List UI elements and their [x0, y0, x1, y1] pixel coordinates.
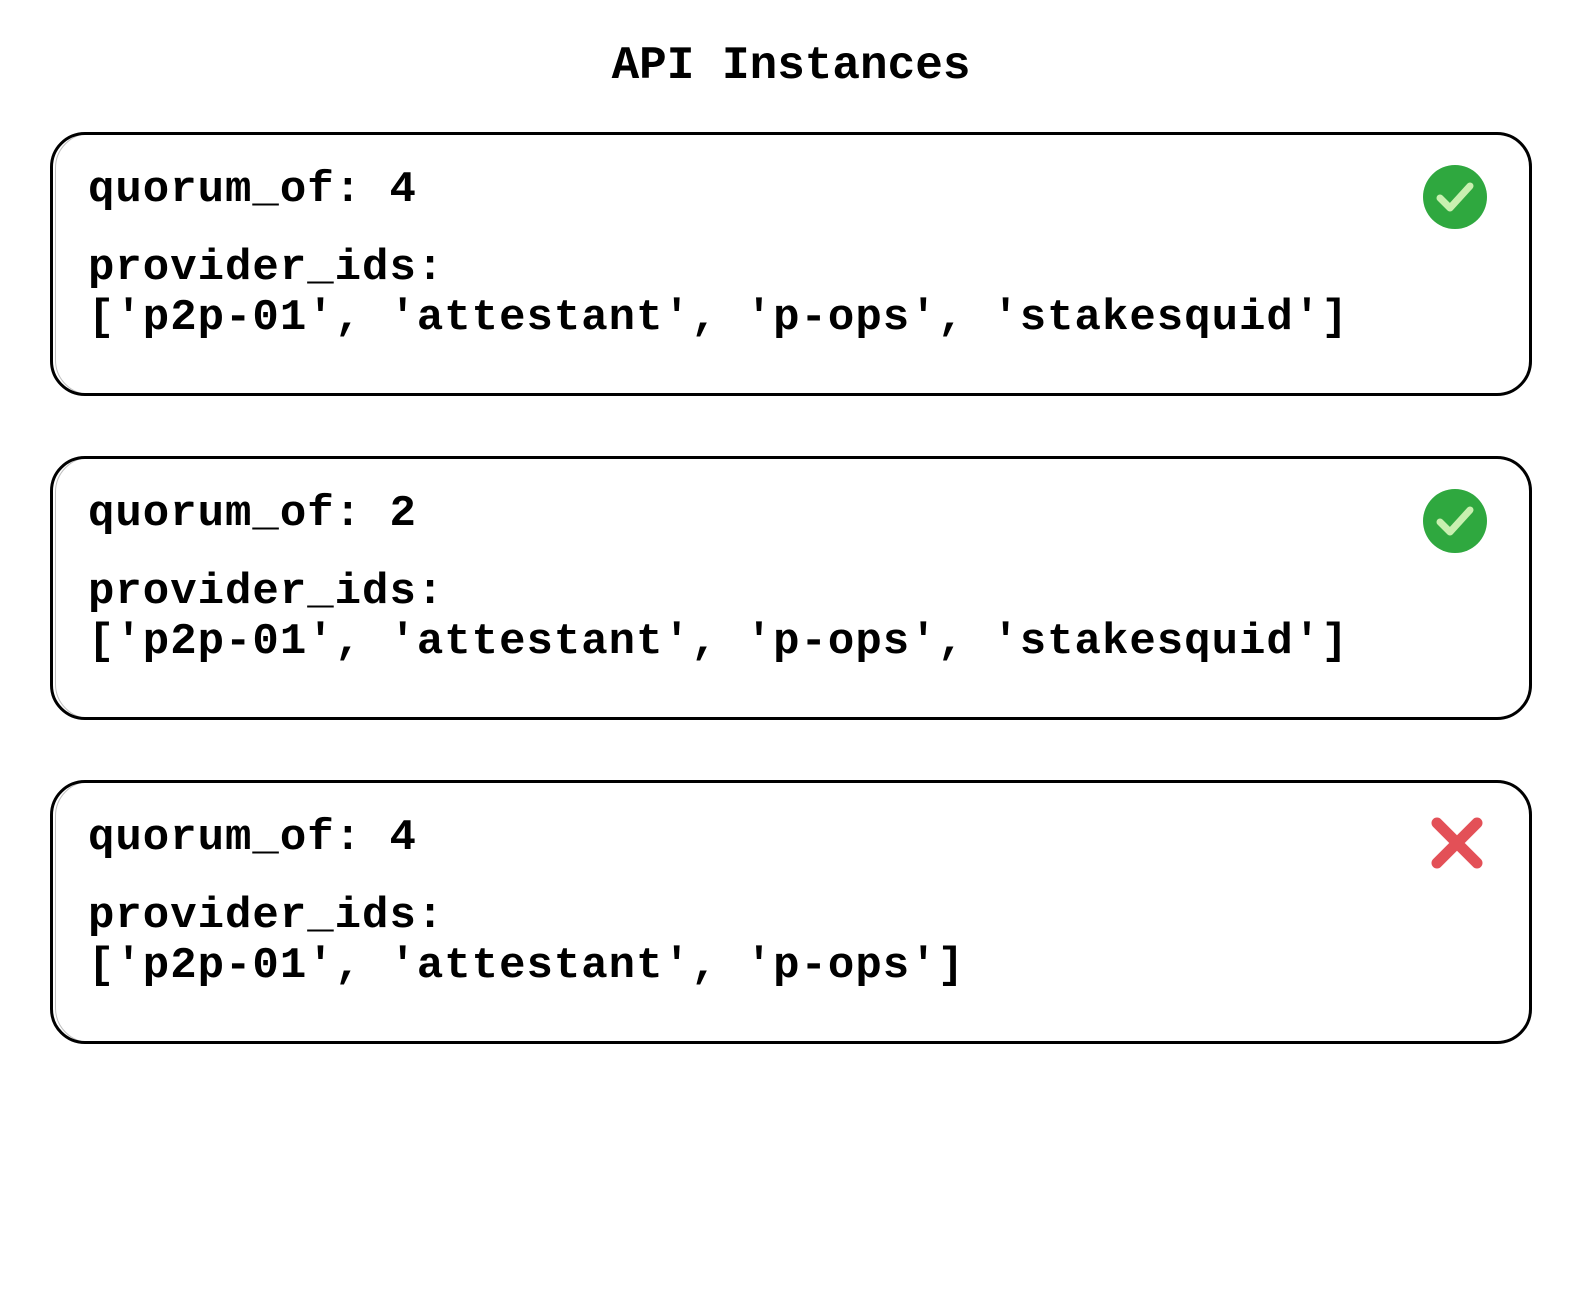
quorum-value: 2: [389, 489, 416, 539]
provider-ids-label: provider_ids:: [88, 243, 1489, 293]
quorum-value: 4: [389, 165, 416, 215]
diagram-title: API Instances: [50, 40, 1532, 92]
check-circle-icon: [1421, 487, 1489, 555]
quorum-line: quorum_of: 2: [88, 489, 1489, 539]
cross-icon: [1425, 811, 1489, 875]
provider-ids-label: provider_ids:: [88, 567, 1489, 617]
provider-ids-label: provider_ids:: [88, 891, 1489, 941]
provider-ids-list: ['p2p-01', 'attestant', 'p-ops', 'stakes…: [88, 617, 1489, 667]
provider-ids-list: ['p2p-01', 'attestant', 'p-ops', 'stakes…: [88, 293, 1489, 343]
instance-card: quorum_of: 2 provider_ids: ['p2p-01', 'a…: [50, 456, 1532, 720]
check-circle-icon: [1421, 163, 1489, 231]
quorum-line: quorum_of: 4: [88, 813, 1489, 863]
quorum-line: quorum_of: 4: [88, 165, 1489, 215]
quorum-label: quorum_of:: [88, 165, 362, 215]
quorum-label: quorum_of:: [88, 813, 362, 863]
quorum-label: quorum_of:: [88, 489, 362, 539]
provider-ids-list: ['p2p-01', 'attestant', 'p-ops']: [88, 941, 1489, 991]
instance-card: quorum_of: 4 provider_ids: ['p2p-01', 'a…: [50, 780, 1532, 1044]
instance-card: quorum_of: 4 provider_ids: ['p2p-01', 'a…: [50, 132, 1532, 396]
quorum-value: 4: [389, 813, 416, 863]
